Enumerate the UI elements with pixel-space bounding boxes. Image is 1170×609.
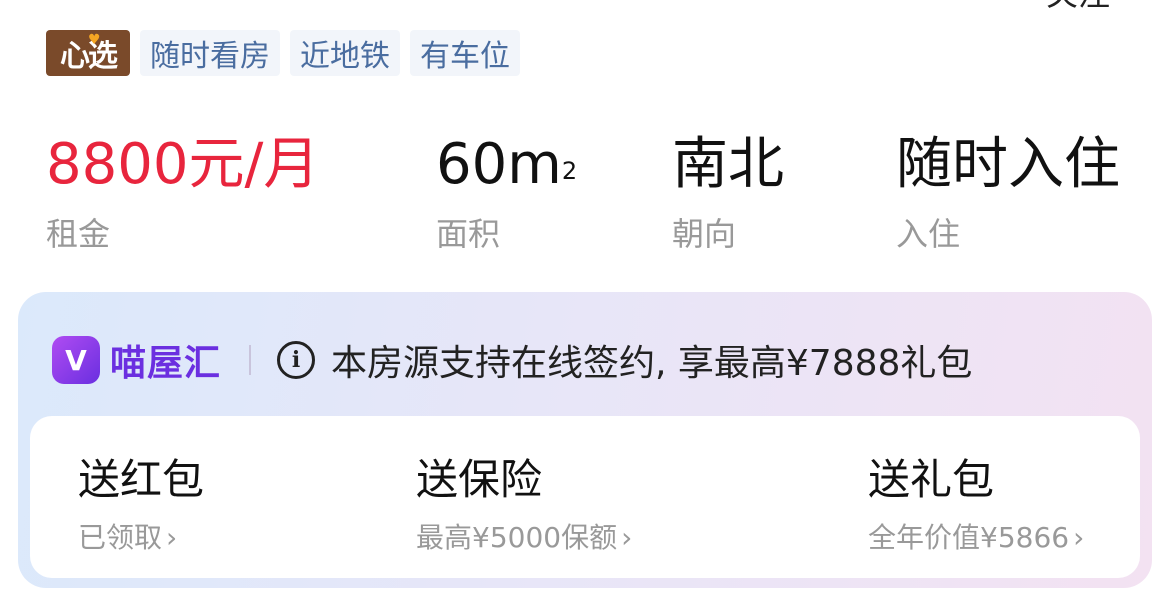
info-icon[interactable]: i [277,341,316,379]
app-name: 喵屋汇 [110,343,222,384]
rent-value: 8800元/月 [46,132,320,197]
stat-area: 60m2 面积 [436,130,577,254]
tag-viewing: 随时看房 [140,30,280,76]
benefit-sub: 已领取 › [78,520,204,556]
benefit-gift-pack[interactable]: 送礼包 全年价值¥5866 › [868,454,1084,556]
area-label: 面积 [436,215,501,253]
benefit-sub: 最高¥5000保额 › [416,520,632,556]
chevron-right-icon: › [1073,521,1085,554]
header-divider [249,345,252,375]
follow-label-partial[interactable]: 关注 [1046,0,1110,10]
benefit-sub-text: 全年价值¥5866 [868,521,1070,554]
benefit-sub: 全年价值¥5866 › [868,520,1084,556]
area-number: 60m [436,132,562,197]
benefit-red-packet[interactable]: 送红包 已领取 › [78,454,204,556]
benefit-insurance[interactable]: 送保险 最高¥5000保额 › [416,454,632,556]
stat-move-in: 随时入住 入住 [896,130,1120,254]
benefit-sub-text: 已领取 [78,521,163,554]
benefit-title: 送红包 [78,455,205,504]
online-signing-promo-card[interactable]: V 喵屋汇 i 本房源支持在线签约, 享最高¥7888礼包 送红包 已领取 › 送… [18,292,1152,588]
benefit-title: 送礼包 [868,455,995,504]
tag-subway: 近地铁 [290,30,400,76]
orientation-label: 朝向 [672,215,737,253]
stat-rent: 8800元/月 租金 [46,130,319,254]
chevron-right-icon: › [621,521,633,554]
tag-row: 心选 ♥ 随时看房 近地铁 有车位 [46,30,520,76]
orientation-value: 南北 [672,132,784,197]
rent-label: 租金 [46,215,111,253]
brand-badge-logo: 心选 ♥ [46,30,130,76]
promo-text: 本房源支持在线签约, 享最高¥7888礼包 [331,343,973,384]
move-in-value: 随时入住 [896,132,1120,197]
chevron-right-icon: › [166,521,178,554]
area-value: 60m2 [436,130,577,200]
app-logo-icon: V [52,336,100,384]
area-unit-superscript: 2 [561,157,578,185]
promo-header: V 喵屋汇 i 本房源支持在线签约, 享最高¥7888礼包 [52,332,972,388]
benefits-panel: 送红包 已领取 › 送保险 最高¥5000保额 › 送礼包 全年价值¥5866 › [30,416,1140,578]
heart-icon: ♥ [88,32,100,48]
benefit-sub-text: 最高¥5000保额 [416,521,618,554]
stat-orientation: 南北 朝向 [672,130,784,254]
move-in-label: 入住 [896,215,961,253]
benefit-title: 送保险 [416,455,543,504]
tag-parking: 有车位 [410,30,520,76]
